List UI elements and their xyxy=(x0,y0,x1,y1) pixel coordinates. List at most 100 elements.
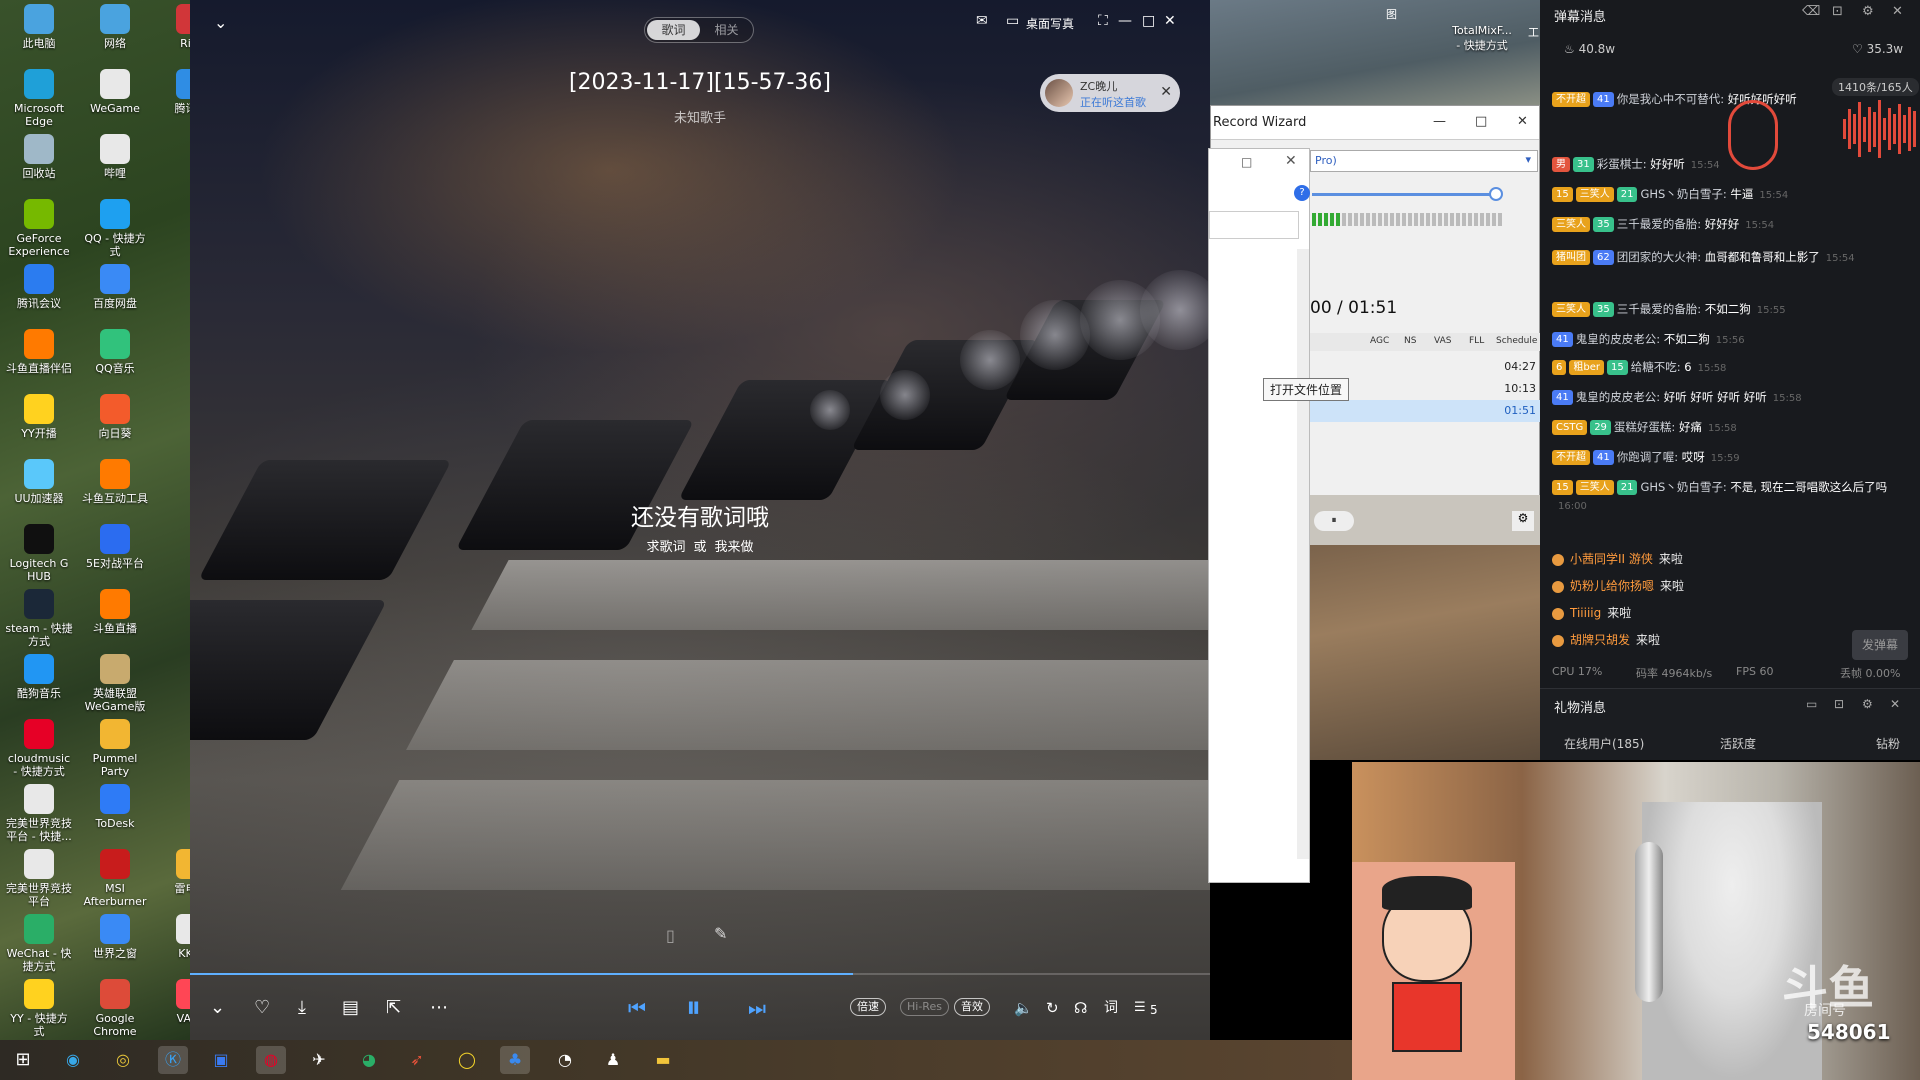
desktop-icon[interactable]: UU加速器 xyxy=(0,459,78,505)
speed-button[interactable]: 倍速 xyxy=(850,998,886,1016)
maximize-icon[interactable]: □ xyxy=(1142,13,1155,29)
username[interactable]: 蛋糕好蛋糕: xyxy=(1614,420,1675,434)
desktop-icon[interactable]: QQ音乐 xyxy=(76,329,154,375)
username[interactable]: 鬼皇的皮皮老公: xyxy=(1576,390,1660,404)
username[interactable]: 三千最爱的备胎: xyxy=(1617,217,1701,231)
danmaku-message[interactable]: 三笑人 35 三千最爱的备胎: 不如二狗 15:55 xyxy=(1552,300,1914,320)
send-danmaku-button[interactable]: 发弹幕 xyxy=(1852,630,1908,660)
username[interactable]: GHS丶奶白雪子: xyxy=(1640,480,1726,494)
collapse-icon[interactable]: ⌄ xyxy=(210,998,225,1018)
help-icon[interactable]: ? xyxy=(1294,185,1310,201)
desktop-icon[interactable]: 腾讯手 xyxy=(152,69,190,115)
lock-icon[interactable]: ⊡ xyxy=(1832,4,1843,19)
minimize-icon[interactable]: — xyxy=(1118,13,1132,29)
desktop-icon[interactable]: 英雄联盟 WeGame版 xyxy=(76,654,154,713)
like-icon[interactable]: ♡ xyxy=(254,998,270,1018)
danmaku-message[interactable]: 15 三笑人 21 GHS丶奶白雪子: 牛逼 15:54 xyxy=(1552,185,1914,205)
close-icon[interactable]: ✕ xyxy=(1517,114,1528,129)
tab-related[interactable]: 相关 xyxy=(700,20,753,40)
gear-icon[interactable]: ⚙ xyxy=(1862,697,1873,711)
desktop-icon[interactable]: 斗鱼直播伴侣 xyxy=(0,329,78,375)
tab-lyrics[interactable]: 歌词 xyxy=(647,20,700,40)
desktop-icon[interactable]: Google Chrome xyxy=(76,979,154,1038)
entry-username[interactable]: 奶粉儿给你扬嗯 xyxy=(1570,579,1654,593)
wechat-icon[interactable]: ◕ xyxy=(354,1046,384,1074)
download-icon[interactable]: ⤓ xyxy=(298,998,306,1018)
danmaku-message[interactable]: 41 鬼皇的皮皮老公: 不如二狗 15:56 xyxy=(1552,330,1914,350)
wallpaper-icon-label-2[interactable]: 工 xyxy=(1528,24,1539,40)
danmaku-message[interactable]: 三笑人 35 三千最爱的备胎: 好好好 15:54 xyxy=(1552,215,1914,235)
table-row[interactable]: 04:27 xyxy=(1310,356,1540,378)
fullscreen-icon[interactable]: ⛶ xyxy=(1098,13,1108,29)
kugou-icon[interactable]: Ⓚ xyxy=(158,1046,188,1074)
volume-icon[interactable]: 🔈 xyxy=(1014,998,1033,1018)
close-icon[interactable]: ✕ xyxy=(1160,84,1172,100)
lock-icon[interactable]: ⊡ xyxy=(1834,697,1844,711)
next-icon[interactable]: ⏭ xyxy=(748,998,766,1018)
username[interactable]: 给糖不吃: xyxy=(1631,360,1681,374)
tab-online-users[interactable]: 在线用户(185) xyxy=(1564,735,1644,752)
mail-icon[interactable]: ✉ xyxy=(976,13,988,29)
chrome-icon[interactable]: ◎ xyxy=(108,1046,138,1074)
desktop-icon[interactable]: ▭ xyxy=(1006,13,1019,29)
level-slider[interactable] xyxy=(1312,193,1492,196)
desktop-icon[interactable]: 完美世界竞技 平台 xyxy=(0,849,78,908)
windows-start-icon[interactable]: ⊞ xyxy=(8,1046,38,1074)
cover-icon[interactable]: ▯ xyxy=(666,926,675,946)
desktop-icon[interactable]: 完美世界竞技 平台 - 快捷... xyxy=(0,784,78,843)
repeat-icon[interactable]: ↻ xyxy=(1046,998,1059,1018)
desktop-icon[interactable]: YY - 快捷方 式 xyxy=(0,979,78,1038)
desktop-icon[interactable]: Logitech G HUB xyxy=(0,524,78,583)
headphone-icon[interactable]: ☊ xyxy=(1074,998,1087,1018)
desktop-icon[interactable]: WeChat - 快 捷方式 xyxy=(0,914,78,973)
desktop-icon[interactable]: 百度网盘 xyxy=(76,264,154,310)
desktop-icon[interactable]: GeForce Experience xyxy=(0,199,78,258)
danmaku-message[interactable]: 不开超 41 你跑调了喔: 哎呀 15:59 xyxy=(1552,448,1914,468)
listening-together-card[interactable]: ZC晚儿 正在听这首歌 ✕ xyxy=(1040,74,1180,112)
username[interactable]: 鬼皇的皮皮老公: xyxy=(1576,332,1660,346)
more-icon[interactable]: ⋯ xyxy=(430,998,448,1018)
app-icon-2[interactable]: ➶ xyxy=(402,1046,432,1074)
danmaku-message[interactable]: 15 三笑人 21 GHS丶奶白雪子: 不是, 现在二哥唱歌这么后了吗 16:00 xyxy=(1552,478,1914,516)
tab-diamond-fans[interactable]: 钻粉 xyxy=(1876,735,1900,752)
desktop-icon[interactable]: cloudmusic - 快捷方式 xyxy=(0,719,78,778)
entry-message[interactable]: 胡牌只胡发 来啦 xyxy=(1552,631,1660,648)
username[interactable]: 你跑调了喔: xyxy=(1617,450,1678,464)
scrollbar[interactable] xyxy=(1297,249,1309,859)
entry-message[interactable]: Tiiiiig 来啦 xyxy=(1552,604,1631,621)
desktop-icon[interactable]: 此电脑 xyxy=(0,4,78,50)
request-lyric-link[interactable]: 求歌词 xyxy=(646,540,685,555)
desktop-icon[interactable]: 回收站 xyxy=(0,134,78,180)
qq-icon[interactable]: ♟ xyxy=(598,1046,628,1074)
pause-button[interactable]: ⏸ xyxy=(1314,511,1354,531)
wallpaper-icon-label[interactable]: 图 xyxy=(1386,6,1397,22)
desktop-icon[interactable]: 斗鱼直播 xyxy=(76,589,154,635)
app-icon[interactable]: ✈ xyxy=(304,1046,334,1074)
desktop-icon[interactable]: MSI Afterburner xyxy=(76,849,154,908)
danmaku-message[interactable]: 猪叫团 62 团团家的大火神: 血哥都和鲁哥和上影了 15:54 xyxy=(1552,248,1914,268)
entry-username[interactable]: 小茜同学II 游侠 xyxy=(1570,552,1653,566)
desktop-icon[interactable]: 向日葵 xyxy=(76,394,154,440)
desktop-icon[interactable]: WeGame xyxy=(76,69,154,115)
danmaku-message[interactable]: 41 鬼皇的皮皮老公: 好听 好听 好听 好听 15:58 xyxy=(1552,388,1914,408)
danmaku-message[interactable]: 6 粗ber 15 给糖不吃: 6 15:58 xyxy=(1552,358,1914,378)
desktop-icon[interactable]: YY开播 xyxy=(0,394,78,440)
lyric-icon[interactable]: 词 xyxy=(1104,998,1118,1018)
close-icon[interactable]: ✕ xyxy=(1164,13,1176,29)
username[interactable]: 彩蛋棋士: xyxy=(1597,157,1647,171)
app-icon-4[interactable]: ♣ xyxy=(500,1046,530,1074)
previous-icon[interactable]: ⏮ xyxy=(628,998,646,1018)
desktop-icon[interactable]: 腾讯会议 xyxy=(0,264,78,310)
totalmix-shortcut[interactable]: TotalMixF... - 快捷方式 xyxy=(1442,24,1522,53)
desktop-icon[interactable]: 斗鱼互动工具 xyxy=(76,459,154,505)
maximize-icon[interactable]: □ xyxy=(1475,114,1487,129)
minimize-icon[interactable]: — xyxy=(1433,114,1446,129)
slider-handle[interactable] xyxy=(1489,187,1503,201)
desktop-icon[interactable]: VALO xyxy=(152,979,190,1025)
desktop-icon[interactable]: KK对 xyxy=(152,914,190,960)
window-icon[interactable]: ▭ xyxy=(1806,697,1817,711)
close-icon[interactable]: ✕ xyxy=(1890,697,1900,711)
clear-icon[interactable]: ⌫ xyxy=(1802,4,1820,19)
entry-username[interactable]: 胡牌只胡发 xyxy=(1570,633,1630,647)
device-select[interactable]: Pro) ▾ xyxy=(1310,150,1538,172)
